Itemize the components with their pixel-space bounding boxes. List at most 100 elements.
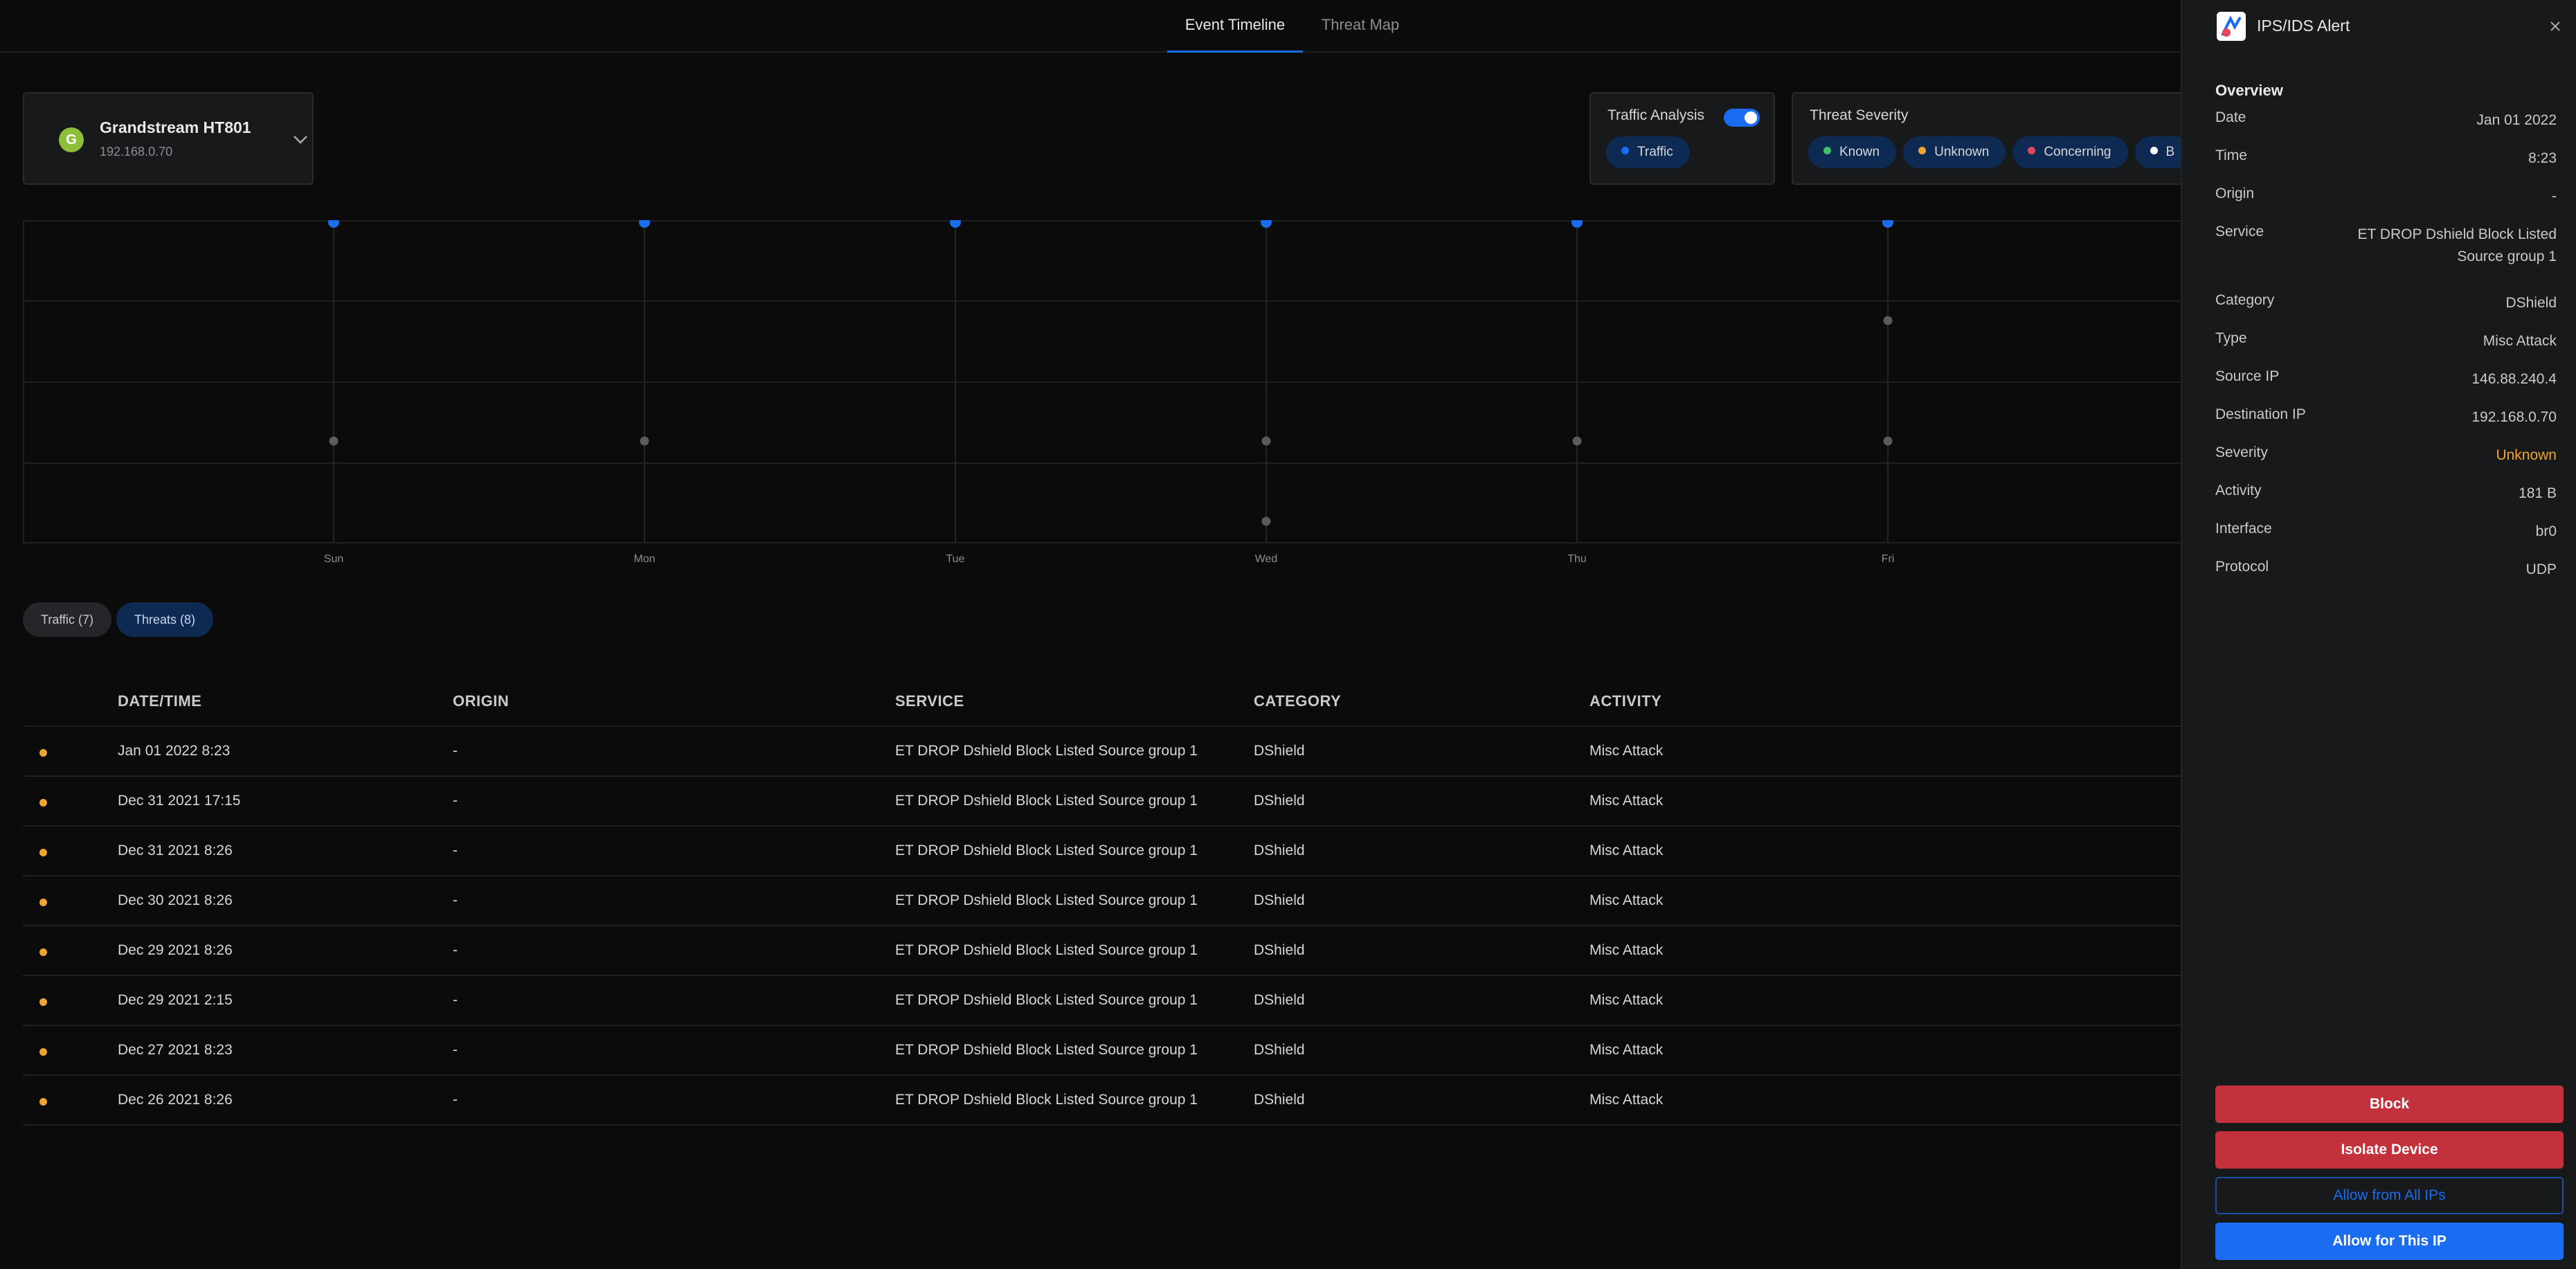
traffic-analysis-title: Traffic Analysis [1607, 107, 1705, 123]
device-name: Grandstream HT801 [100, 118, 251, 136]
table-row[interactable]: Jan 01 2022 8:23 - ET DROP Dshield Block L… [23, 727, 2181, 777]
table-row[interactable]: Dec 29 2021 8:26 - ET DROP Dshield Block L… [23, 926, 2181, 976]
row-service: ET DROP Dshield Block Listed Source grou… [895, 843, 1198, 858]
threat-event-point[interactable] [1261, 516, 1271, 526]
block-button[interactable]: Block [2215, 1086, 2564, 1123]
overview-field-value: ET DROP Dshield Block Listed Source grou… [2357, 226, 2557, 264]
traffic-event-point[interactable] [1882, 220, 1893, 228]
overview-field-label: Service [2215, 224, 2264, 240]
threat-event-point[interactable] [1261, 436, 1271, 446]
column-header-service[interactable]: SERVICE [895, 692, 964, 710]
toggle-knob [1745, 111, 1757, 124]
overview-field-label: Protocol [2215, 559, 2269, 575]
traffic-event-point[interactable] [1261, 220, 1272, 228]
row-origin: - [453, 992, 458, 1008]
row-activity: Misc Attack [1589, 1092, 1664, 1108]
table-row[interactable]: Dec 30 2021 8:26 - ET DROP Dshield Block L… [23, 876, 2181, 926]
row-category: DShield [1254, 942, 1305, 958]
threat-event-point[interactable] [640, 436, 649, 446]
row-datetime: Jan 01 2022 8:23 [118, 743, 231, 759]
severity-chip[interactable]: Concerning [2012, 136, 2128, 168]
severity-chip[interactable]: Known [1808, 136, 1897, 168]
timeline-plot [23, 220, 2181, 543]
severity-dot-icon [39, 948, 47, 956]
row-category: DShield [1254, 1092, 1305, 1108]
overview-field-value: DShield [2505, 295, 2557, 311]
row-category: DShield [1254, 892, 1305, 908]
overview-field-label: Severity [2215, 444, 2268, 460]
table-row[interactable]: Dec 31 2021 8:26 - ET DROP Dshield Block L… [23, 827, 2181, 876]
device-ip: 192.168.0.70 [100, 145, 173, 159]
close-icon[interactable] [2548, 19, 2563, 34]
device-selector[interactable]: G Grandstream HT801 192.168.0.70 [23, 92, 314, 185]
day-tick-label: Fri [1881, 553, 1895, 565]
overview-field-value: 146.88.240.4 [2471, 371, 2557, 387]
legend-dot-icon [1823, 147, 1831, 155]
row-origin: - [453, 843, 458, 858]
threat-event-point[interactable] [1572, 436, 1582, 446]
table-row[interactable]: Dec 29 2021 2:15 - ET DROP Dshield Block L… [23, 976, 2181, 1026]
row-activity: Misc Attack [1589, 743, 1664, 759]
allow-from-all-ips-button[interactable]: Allow from All IPs [2215, 1177, 2564, 1214]
legend-dot-icon [2028, 147, 2036, 155]
traffic-event-point[interactable] [1571, 220, 1583, 228]
threat-event-point[interactable] [1883, 316, 1893, 325]
row-origin: - [453, 892, 458, 908]
row-origin: - [453, 1042, 458, 1058]
ips-ids-logo-icon [2217, 12, 2246, 41]
row-service: ET DROP Dshield Block Listed Source grou… [895, 992, 1198, 1008]
panel-header: IPS/IDS Alert [2182, 0, 2576, 53]
threat-event-point[interactable] [329, 436, 339, 446]
table-row[interactable]: Dec 27 2021 8:23 - ET DROP Dshield Block L… [23, 1026, 2181, 1076]
overview-field-label: Type [2215, 330, 2247, 346]
row-datetime: Dec 27 2021 8:23 [118, 1042, 233, 1058]
table-row[interactable]: Dec 31 2021 17:15 - ET DROP Dshield Block … [23, 777, 2181, 827]
traffic-analysis-toggle[interactable] [1724, 109, 1760, 127]
row-category: DShield [1254, 743, 1305, 759]
severity-chip-label: B [2165, 145, 2175, 159]
column-header-origin[interactable]: ORIGIN [453, 692, 509, 710]
row-origin: - [453, 942, 458, 958]
threat-event-point[interactable] [1883, 436, 1893, 446]
row-category: DShield [1254, 1042, 1305, 1058]
traffic-analysis-card: Traffic Analysis Traffic [1589, 92, 1775, 185]
day-tick-label: Sun [323, 553, 344, 565]
row-datetime: Dec 30 2021 8:26 [118, 892, 233, 908]
row-category: DShield [1254, 843, 1305, 858]
allow-for-this-ip-button[interactable]: Allow for This IP [2215, 1223, 2564, 1260]
overview-field-label: Activity [2215, 483, 2262, 498]
column-header-category[interactable]: CATEGORY [1254, 692, 1341, 710]
top-tab-bar: Event Timeline Threat Map [0, 0, 2181, 53]
severity-chip[interactable]: Unknown [1903, 136, 2006, 168]
traffic-event-point[interactable] [639, 220, 650, 228]
severity-chip-label: Known [1839, 145, 1880, 159]
traffic-chip[interactable]: Traffic [1606, 136, 1690, 168]
tab-threat-map[interactable]: Threat Map [1315, 0, 1405, 53]
severity-dot-icon [39, 1098, 47, 1106]
isolate-device-button[interactable]: Isolate Device [2215, 1131, 2564, 1169]
traffic-event-point[interactable] [328, 220, 339, 228]
row-service: ET DROP Dshield Block Listed Source grou… [895, 1042, 1198, 1058]
row-origin: - [453, 743, 458, 759]
filter-threats-button[interactable]: Threats (8) [116, 602, 214, 637]
table-row[interactable]: Dec 26 2021 8:26 - ET DROP Dshield Block L… [23, 1076, 2181, 1126]
event-timeline-chart: Sun Mon Tue Wed Thu Fri [23, 220, 2181, 566]
row-activity: Misc Attack [1589, 793, 1664, 809]
overview-field-value: br0 [2535, 523, 2557, 539]
overview-field-value: 8:23 [2528, 150, 2557, 166]
overview-field-label: Date [2215, 109, 2246, 125]
row-service: ET DROP Dshield Block Listed Source grou… [895, 942, 1198, 958]
row-service: ET DROP Dshield Block Listed Source grou… [895, 892, 1198, 908]
filter-traffic-button[interactable]: Traffic (7) [23, 602, 112, 637]
row-datetime: Dec 31 2021 8:26 [118, 843, 233, 858]
traffic-event-point[interactable] [950, 220, 961, 228]
overview-heading: Overview [2215, 82, 2283, 99]
row-service: ET DROP Dshield Block Listed Source grou… [895, 1092, 1198, 1108]
row-origin: - [453, 1092, 458, 1108]
tab-event-timeline[interactable]: Event Timeline [1167, 0, 1303, 53]
row-datetime: Dec 26 2021 8:26 [118, 1092, 233, 1108]
column-header-activity[interactable]: ACTIVITY [1589, 692, 1661, 710]
device-avatar: G [59, 127, 84, 152]
severity-chip[interactable]: B [2134, 136, 2181, 168]
column-header-datetime[interactable]: DATE/TIME [118, 692, 201, 710]
